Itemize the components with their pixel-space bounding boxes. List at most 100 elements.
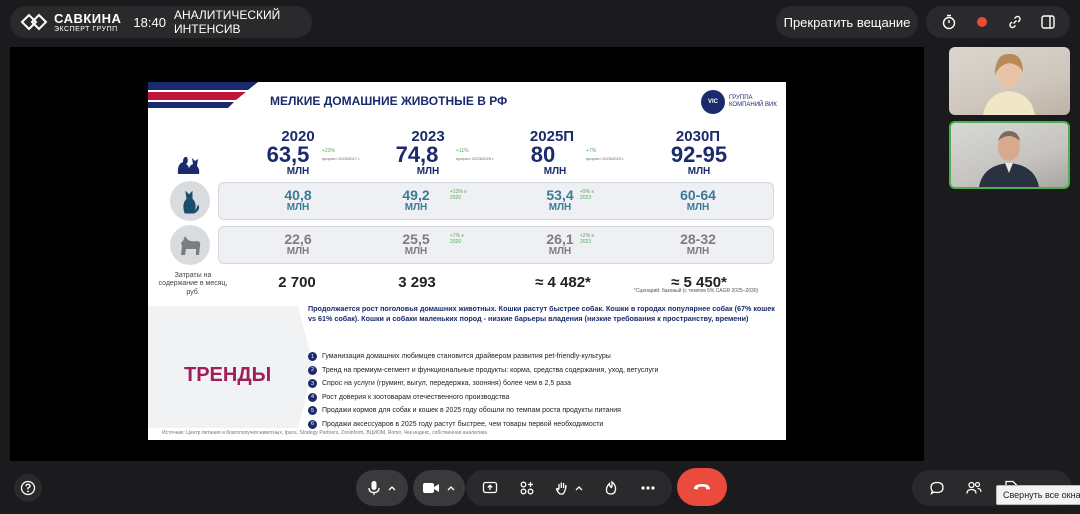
chevron-up-icon[interactable] [446, 483, 456, 493]
total-2020: 63,5 [266, 142, 310, 167]
vic-logo: VIC ГРУППА КОМПАНИЙ ВИК [701, 90, 779, 114]
participant-tile-man-active-speaker[interactable] [949, 121, 1070, 189]
record-icon[interactable] [968, 8, 996, 36]
total-unit-2023: МЛН [416, 166, 440, 177]
raise-hand-icon[interactable] [549, 474, 589, 502]
dogs-unit-2025: МЛН [548, 246, 572, 257]
cats-unit-2030: МЛН [686, 202, 710, 213]
link-icon[interactable] [1001, 8, 1029, 36]
list-item: 2 Тренд на премиум-сегмент и функциональн… [308, 364, 778, 378]
camera-button[interactable] [413, 470, 465, 506]
chat-icon[interactable] [923, 474, 951, 502]
help-icon[interactable] [14, 474, 42, 502]
savkina-logo-icon [20, 12, 48, 32]
trend-text: Тренд на премиум-сегмент и функциональны… [322, 366, 659, 374]
brand-name: САВКИНА [54, 10, 122, 26]
brand-text: САВКИНА ЭКСПЕРТ ГРУПП [54, 12, 121, 33]
mic-button[interactable] [356, 470, 408, 506]
trend-text: Продажи кормов для собак и кошек в 2025 … [322, 407, 621, 415]
dogs-growth-2025: +2% к 2023 [580, 233, 594, 245]
brand-sub: ЭКСПЕРТ ГРУПП [54, 25, 118, 33]
scenario-note: *Сценарий: базовый (с темпом 5% CAGR 202… [634, 288, 759, 294]
list-item: 4 Рост доверия к зоотоварам отечественног… [308, 391, 778, 405]
cats-2023: 49,2 [402, 187, 430, 203]
cat-icon [170, 181, 210, 221]
trend-text: Рост доверия к зоотоварам отечественного… [322, 393, 510, 401]
vic-badge: VIC [701, 90, 725, 114]
trend-text: Спрос на услуги (груминг, выгул, передер… [322, 380, 571, 388]
layout-icon[interactable] [1034, 8, 1062, 36]
camera-icon [423, 483, 439, 493]
trend-number: 3 [308, 379, 317, 389]
more-icon[interactable] [634, 474, 662, 502]
trend-number: 5 [308, 406, 317, 416]
cost-2020: 2 700 [278, 274, 316, 291]
cats-2030: 60-64 [680, 187, 716, 203]
total-2030: 92-95 [670, 142, 728, 167]
top-bar: САВКИНА ЭКСПЕРТ ГРУПП 18:40 АНАЛИТИЧЕСКИ… [0, 0, 1080, 46]
trend-text: Гуманизация домашних любимцев становится… [322, 353, 611, 361]
cost-2023: 3 293 [398, 274, 436, 291]
meeting-time: 18:40 [133, 14, 166, 30]
dogs-2023: 25,5 [402, 231, 430, 247]
trend-number: 6 [308, 419, 317, 429]
cats-2020: 40,8 [284, 187, 312, 203]
apps-icon[interactable] [513, 474, 541, 502]
cats-growth-2023: +13% к 2020 [450, 189, 467, 201]
participant-avatar [979, 131, 1039, 187]
participant-avatar [983, 53, 1035, 115]
trend-text: Продажи аксессуаров в 2025 году растут б… [322, 420, 604, 428]
participant-tile-woman[interactable] [949, 47, 1070, 115]
dogs-growth-2023: +7% к 2020 [450, 233, 464, 245]
growth-basis-2023: прирост 2023/2020 г. [456, 156, 495, 161]
trends-list: 1 Гуманизация домашних любимцев становитс… [308, 350, 778, 431]
video-conference-window: САВКИНА ЭКСПЕРТ ГРУПП 18:40 АНАЛИТИЧЕСКИ… [0, 0, 1080, 514]
cost-label: Затраты на содержание в месяц, руб. [158, 272, 228, 296]
growth-2023: +11% [456, 148, 469, 154]
list-item: 1 Гуманизация домашних любимцев становитс… [308, 350, 778, 364]
chevron-up-icon[interactable] [574, 483, 584, 493]
total-unit-2020: МЛН [286, 166, 310, 177]
meeting-info: САВКИНА ЭКСПЕРТ ГРУПП 18:40 АНАЛИТИЧЕСКИ… [10, 6, 312, 38]
presentation-slide: МЕЛКИЕ ДОМАШНИЕ ЖИВОТНЫЕ В РФ VIC ГРУППА… [148, 82, 786, 440]
bottom-controls [0, 462, 1080, 514]
dogs-2030: 28-32 [680, 231, 716, 247]
vic-logo-text: ГРУППА КОМПАНИЙ ВИК [729, 95, 777, 108]
total-unit-2030: МЛН [687, 166, 711, 177]
trends-heading: ТРЕНДЫ [184, 364, 272, 386]
trend-number: 1 [308, 352, 317, 362]
hangup-button[interactable] [677, 468, 727, 506]
timer-icon[interactable] [935, 8, 963, 36]
dogs-unit-2020: МЛН [286, 246, 310, 257]
top-tools [926, 6, 1070, 38]
dogs-unit-2030: МЛН [686, 246, 710, 257]
dog-icon [170, 225, 210, 265]
slide-source: Источник: Центр питания и благополучия ж… [162, 430, 487, 436]
participants-icon[interactable] [960, 474, 988, 502]
slide-title: МЕЛКИЕ ДОМАШНИЕ ЖИВОТНЫЕ В РФ [270, 94, 508, 108]
list-item: 3 Спрос на услуги (груминг, выгул, переде… [308, 377, 778, 391]
dogs-2020: 22,6 [284, 231, 312, 247]
stop-broadcast-button[interactable]: Прекратить вещание [776, 6, 918, 38]
growth-basis-2020: прирост 2020/2017 г. [322, 156, 361, 161]
trend-number: 4 [308, 392, 317, 402]
growth-2025: +7% [586, 148, 597, 154]
slide-stripes [148, 82, 258, 108]
chevron-up-icon[interactable] [387, 483, 397, 493]
trend-number: 2 [308, 365, 317, 375]
total-2025: 80 [530, 142, 556, 167]
share-screen-icon[interactable] [476, 474, 504, 502]
reaction-icon[interactable] [597, 474, 625, 502]
cats-growth-2025: +9% к 2023 [580, 189, 594, 201]
total-unit-2025: МЛН [543, 166, 567, 177]
trends-lead-text: Продолжается рост поголовья домашних жив… [308, 304, 775, 324]
pets-icon [174, 150, 202, 176]
hangup-icon [694, 484, 710, 490]
growth-basis-2025: прирост 2025/2023 г. [586, 156, 625, 161]
tooltip-minimize-windows: Свернуть все окна [996, 485, 1080, 505]
meeting-title: АНАЛИТИЧЕСКИЙ ИНТЕНСИВ [173, 8, 281, 36]
list-item: 5 Продажи кормов для собак и кошек в 2025… [308, 404, 778, 418]
dogs-unit-2023: МЛН [404, 246, 428, 257]
meeting-actions [466, 470, 672, 506]
cats-unit-2023: МЛН [404, 202, 428, 213]
